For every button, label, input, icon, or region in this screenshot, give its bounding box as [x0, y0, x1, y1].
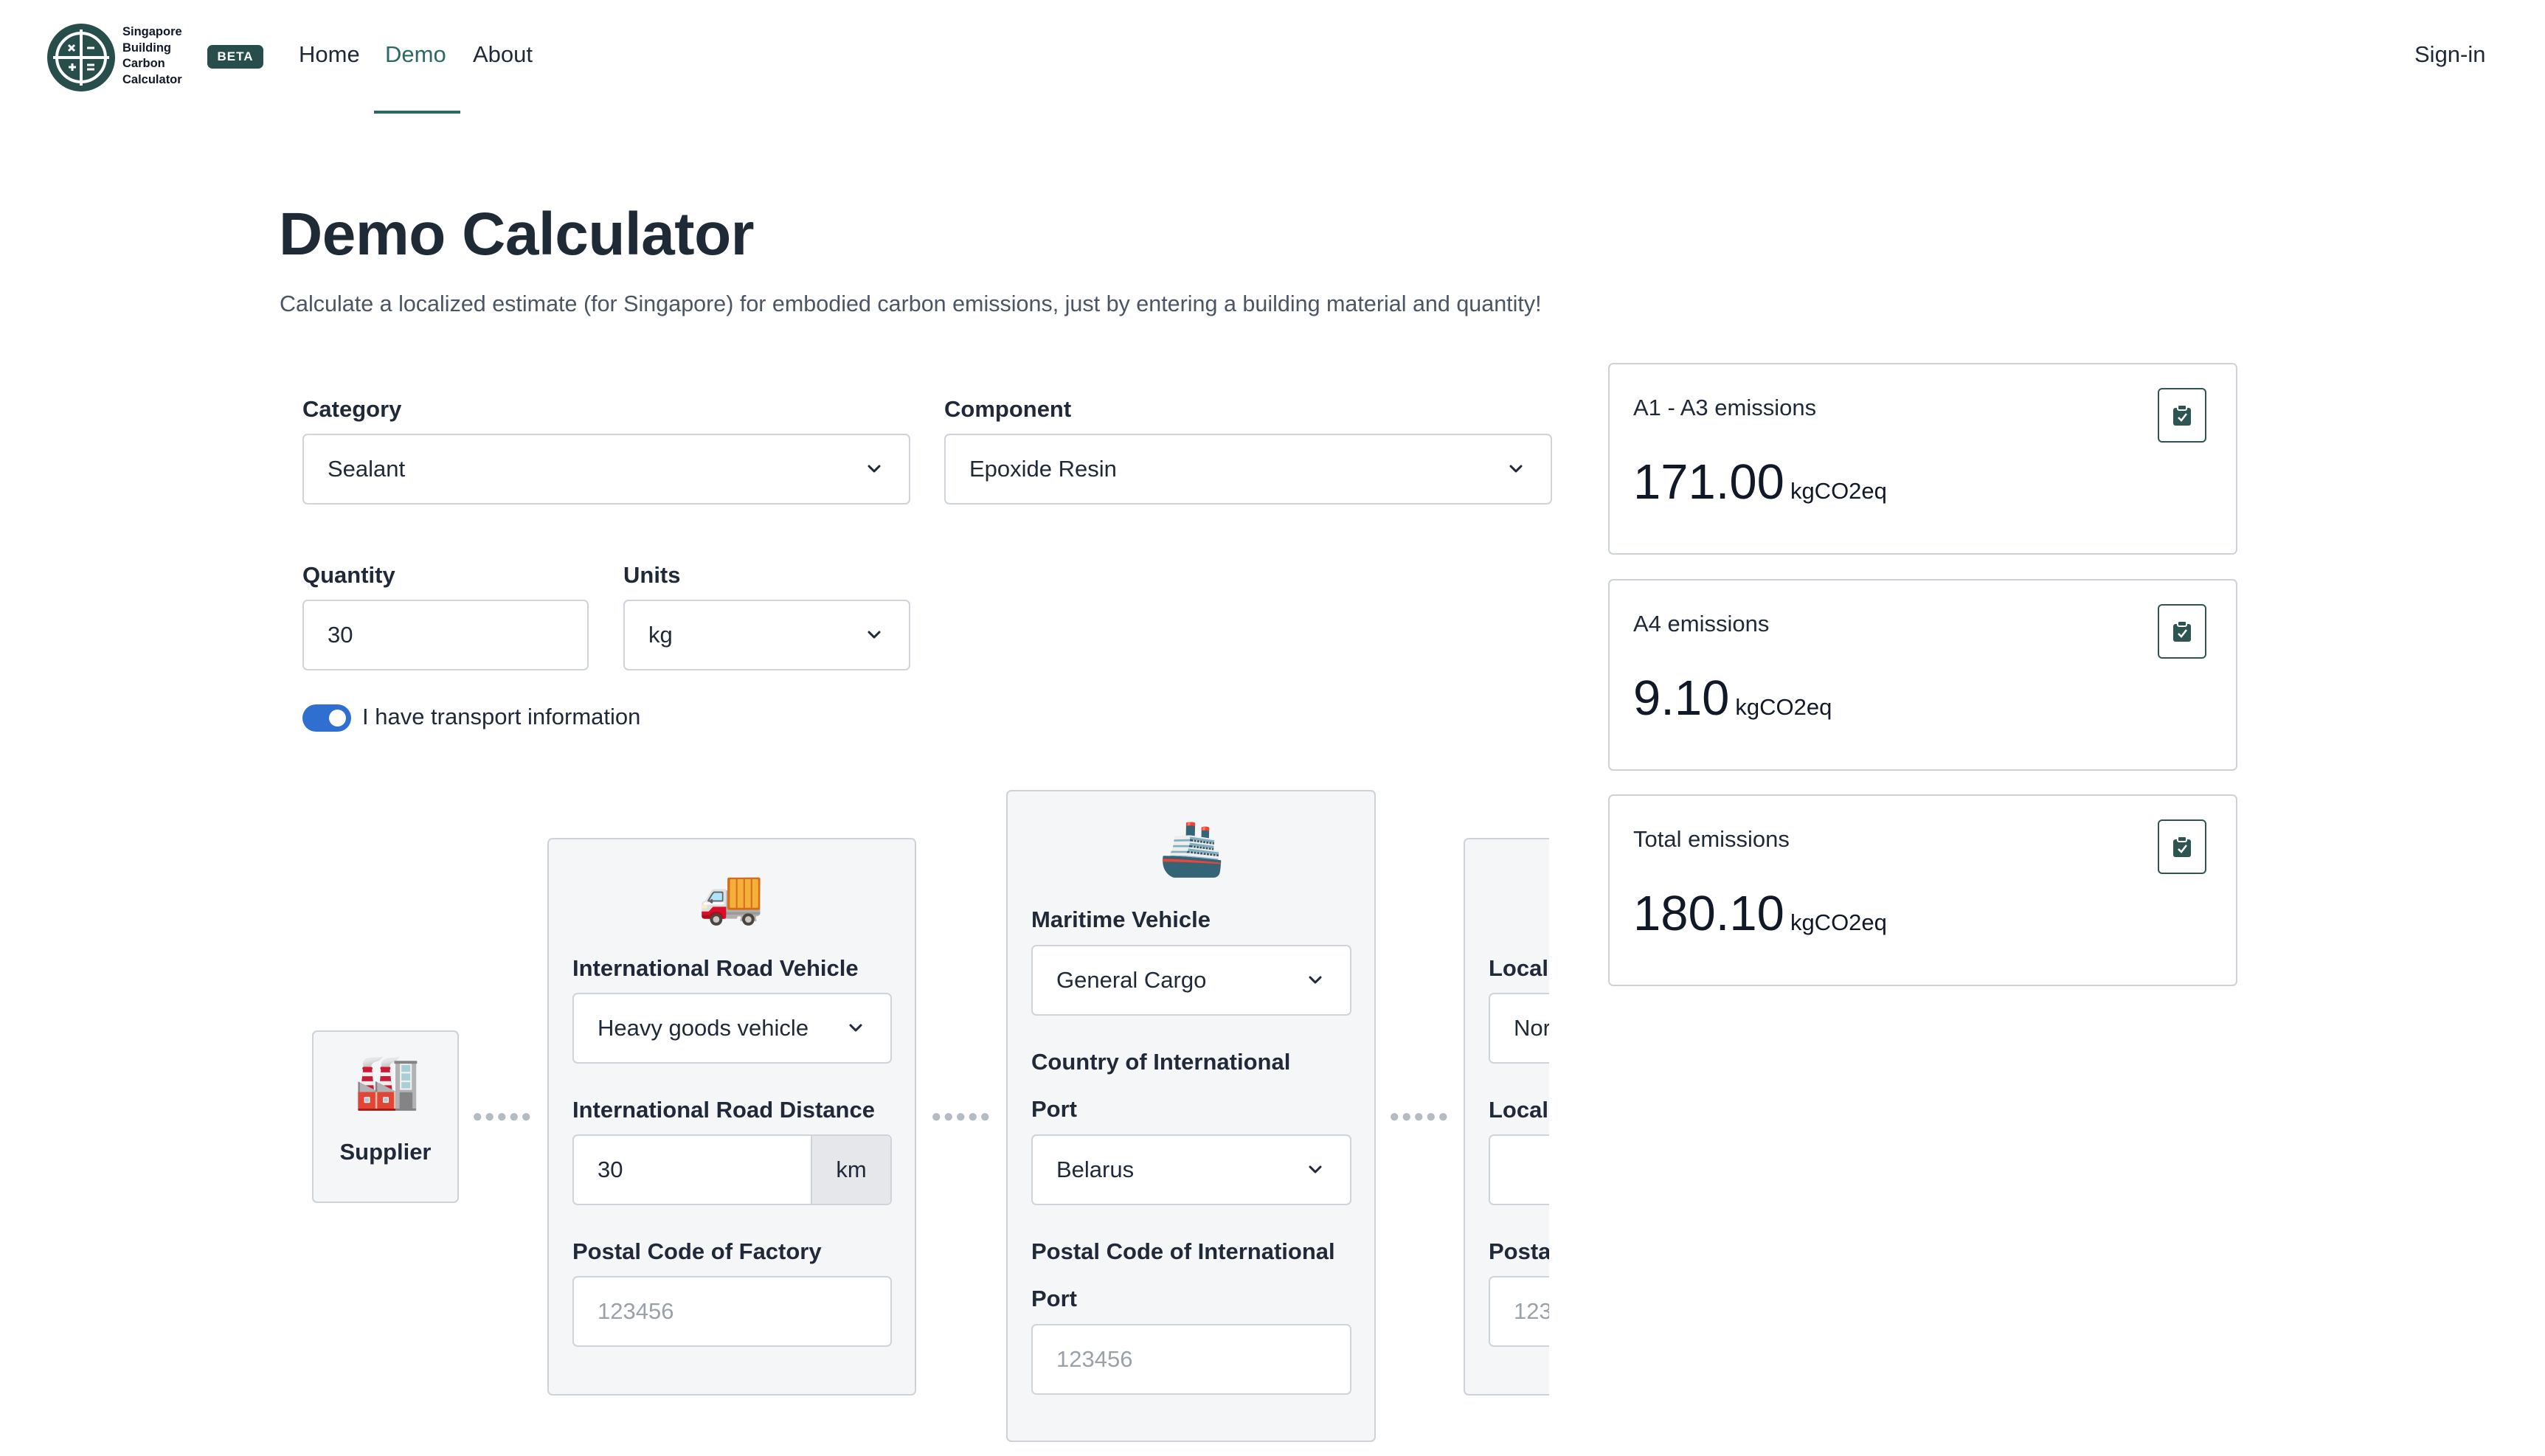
chevron-down-icon	[1509, 465, 1523, 473]
quantity-input[interactable]: 30	[302, 600, 589, 670]
component-label: Component	[944, 396, 1072, 422]
sign-in-link[interactable]: Sign-in	[2414, 41, 2486, 68]
quantity-label: Quantity	[302, 562, 395, 588]
clipboard-icon	[2173, 404, 2191, 426]
logo-line: Building	[122, 41, 171, 55]
local-vehicle-label: Local	[1489, 955, 1548, 981]
units-label: Units	[623, 562, 681, 588]
maritime-card: 🚢 Maritime Vehicle General Cargo Country…	[1006, 790, 1376, 1442]
nav-link-demo[interactable]: Demo	[385, 41, 446, 68]
maritime-vehicle-select[interactable]: General Cargo	[1031, 945, 1351, 1016]
chevron-down-icon	[868, 465, 881, 473]
transport-info-toggle-label[interactable]: I have transport information	[362, 703, 640, 731]
distance-unit-addon: km	[811, 1136, 890, 1204]
category-value: Sealant	[328, 456, 406, 482]
connector-dots: ●●●●●	[472, 1106, 533, 1126]
quantity-value: 30	[328, 622, 353, 648]
emissions-unit: kgCO2eq	[1790, 478, 1887, 504]
local-vehicle-select[interactable]: Nor	[1489, 993, 1549, 1064]
transport-info-toggle[interactable]	[302, 704, 351, 732]
international-port-country-select[interactable]: Belarus	[1031, 1134, 1351, 1205]
local-postal-code-input[interactable]: 123	[1489, 1276, 1549, 1347]
toggle-knob	[329, 710, 346, 727]
emissions-value: 171.00	[1633, 454, 1784, 510]
emissions-value-row: 180.10 kgCO2eq	[1633, 884, 1887, 943]
page-title: Demo Calculator	[279, 201, 755, 268]
local-distance-input[interactable]	[1489, 1134, 1549, 1205]
local-postal-code-placeholder: 123	[1514, 1298, 1549, 1324]
supplier-label: Supplier	[339, 1139, 432, 1165]
emissions-card-title: A4 emissions	[1633, 611, 1770, 637]
international-road-distance-input[interactable]: 30 km	[572, 1134, 892, 1205]
ship-icon: 🚢	[1159, 819, 1225, 878]
international-road-vehicle-label: International Road Vehicle	[572, 955, 859, 981]
logo-wordmark[interactable]: Singapore Building Carbon Calculator	[122, 24, 204, 88]
emissions-value-row: 171.00 kgCO2eq	[1633, 453, 1887, 512]
maritime-vehicle-value: General Cargo	[1056, 967, 1207, 993]
clipboard-icon	[2173, 836, 2191, 857]
logo-line: Singapore	[122, 25, 182, 38]
emissions-value: 9.10	[1633, 670, 1730, 726]
factory-icon: 🏭	[354, 1053, 420, 1112]
nav-link-home[interactable]: Home	[299, 41, 360, 68]
emissions-value-row: 9.10 kgCO2eq	[1633, 669, 1832, 728]
local-transport-card: Local Nor Local Posta 123	[1464, 838, 1549, 1396]
a4-emissions-card: A4 emissions 9.10 kgCO2eq	[1608, 579, 2237, 771]
international-port-country-label-2: Port	[1031, 1096, 1077, 1122]
emissions-card-title: A1 - A3 emissions	[1633, 395, 1817, 420]
active-tab-indicator	[374, 111, 460, 114]
connector-dots: ●●●●●	[931, 1106, 992, 1126]
calculator-globe-logo-icon[interactable]	[46, 22, 117, 93]
emissions-unit: kgCO2eq	[1735, 694, 1832, 720]
beta-badge: BETA	[207, 45, 263, 69]
factory-postal-code-placeholder: 123456	[598, 1298, 674, 1324]
top-navbar: Singapore Building Carbon Calculator BET…	[0, 0, 2545, 115]
maritime-vehicle-label: Maritime Vehicle	[1031, 906, 1211, 932]
international-port-postal-code-label: Postal Code of International	[1031, 1238, 1335, 1264]
truck-icon: 🚚	[698, 867, 764, 926]
component-select[interactable]: Epoxide Resin	[944, 434, 1552, 505]
clipboard-icon	[2173, 620, 2191, 642]
international-road-vehicle-select[interactable]: Heavy goods vehicle	[572, 993, 892, 1064]
page-subtitle: Calculate a localized estimate (for Sing…	[280, 291, 1542, 316]
a1-a3-emissions-card: A1 - A3 emissions 171.00 kgCO2eq	[1608, 363, 2237, 555]
nav-link-about[interactable]: About	[473, 41, 533, 68]
international-port-postal-code-label-2: Port	[1031, 1286, 1077, 1311]
international-port-postal-code-placeholder: 123456	[1056, 1346, 1133, 1372]
chevron-down-icon	[868, 631, 881, 639]
chevron-down-icon	[1309, 976, 1322, 984]
international-road-distance-value: 30	[598, 1157, 623, 1182]
transport-chain[interactable]: 🏭 Supplier ●●●●● 🚚 International Road Ve…	[221, 774, 1549, 1456]
international-road-card: 🚚 International Road Vehicle Heavy goods…	[547, 838, 916, 1396]
category-select[interactable]: Sealant	[302, 434, 910, 505]
connector-dots: ●●●●●	[1389, 1106, 1450, 1126]
factory-postal-code-input[interactable]: 123456	[572, 1276, 892, 1347]
emissions-unit: kgCO2eq	[1790, 909, 1887, 935]
emissions-card-title: Total emissions	[1633, 826, 1790, 852]
total-emissions-card: Total emissions 180.10 kgCO2eq	[1608, 794, 2237, 986]
units-value: kg	[648, 622, 673, 648]
category-label: Category	[302, 396, 402, 422]
local-distance-label: Local	[1489, 1097, 1548, 1123]
international-road-vehicle-value: Heavy goods vehicle	[598, 1015, 809, 1041]
copy-button[interactable]	[2158, 819, 2206, 874]
local-vehicle-value: Nor	[1514, 1015, 1549, 1041]
logo-line: Calculator	[122, 72, 182, 86]
component-value: Epoxide Resin	[969, 456, 1117, 482]
emissions-value: 180.10	[1633, 886, 1784, 941]
local-postal-code-label: Posta	[1489, 1238, 1549, 1264]
chevron-down-icon	[1309, 1165, 1322, 1174]
international-port-country-value: Belarus	[1056, 1157, 1135, 1182]
international-port-postal-code-input[interactable]: 123456	[1031, 1324, 1351, 1395]
chevron-down-icon	[849, 1024, 862, 1032]
logo-line: Carbon	[122, 57, 165, 70]
international-port-country-label: Country of International	[1031, 1049, 1291, 1075]
copy-button[interactable]	[2158, 388, 2206, 443]
factory-postal-code-label: Postal Code of Factory	[572, 1238, 822, 1264]
units-select[interactable]: kg	[623, 600, 910, 670]
copy-button[interactable]	[2158, 604, 2206, 659]
supplier-card: 🏭 Supplier	[312, 1030, 459, 1203]
international-road-distance-label: International Road Distance	[572, 1097, 875, 1123]
